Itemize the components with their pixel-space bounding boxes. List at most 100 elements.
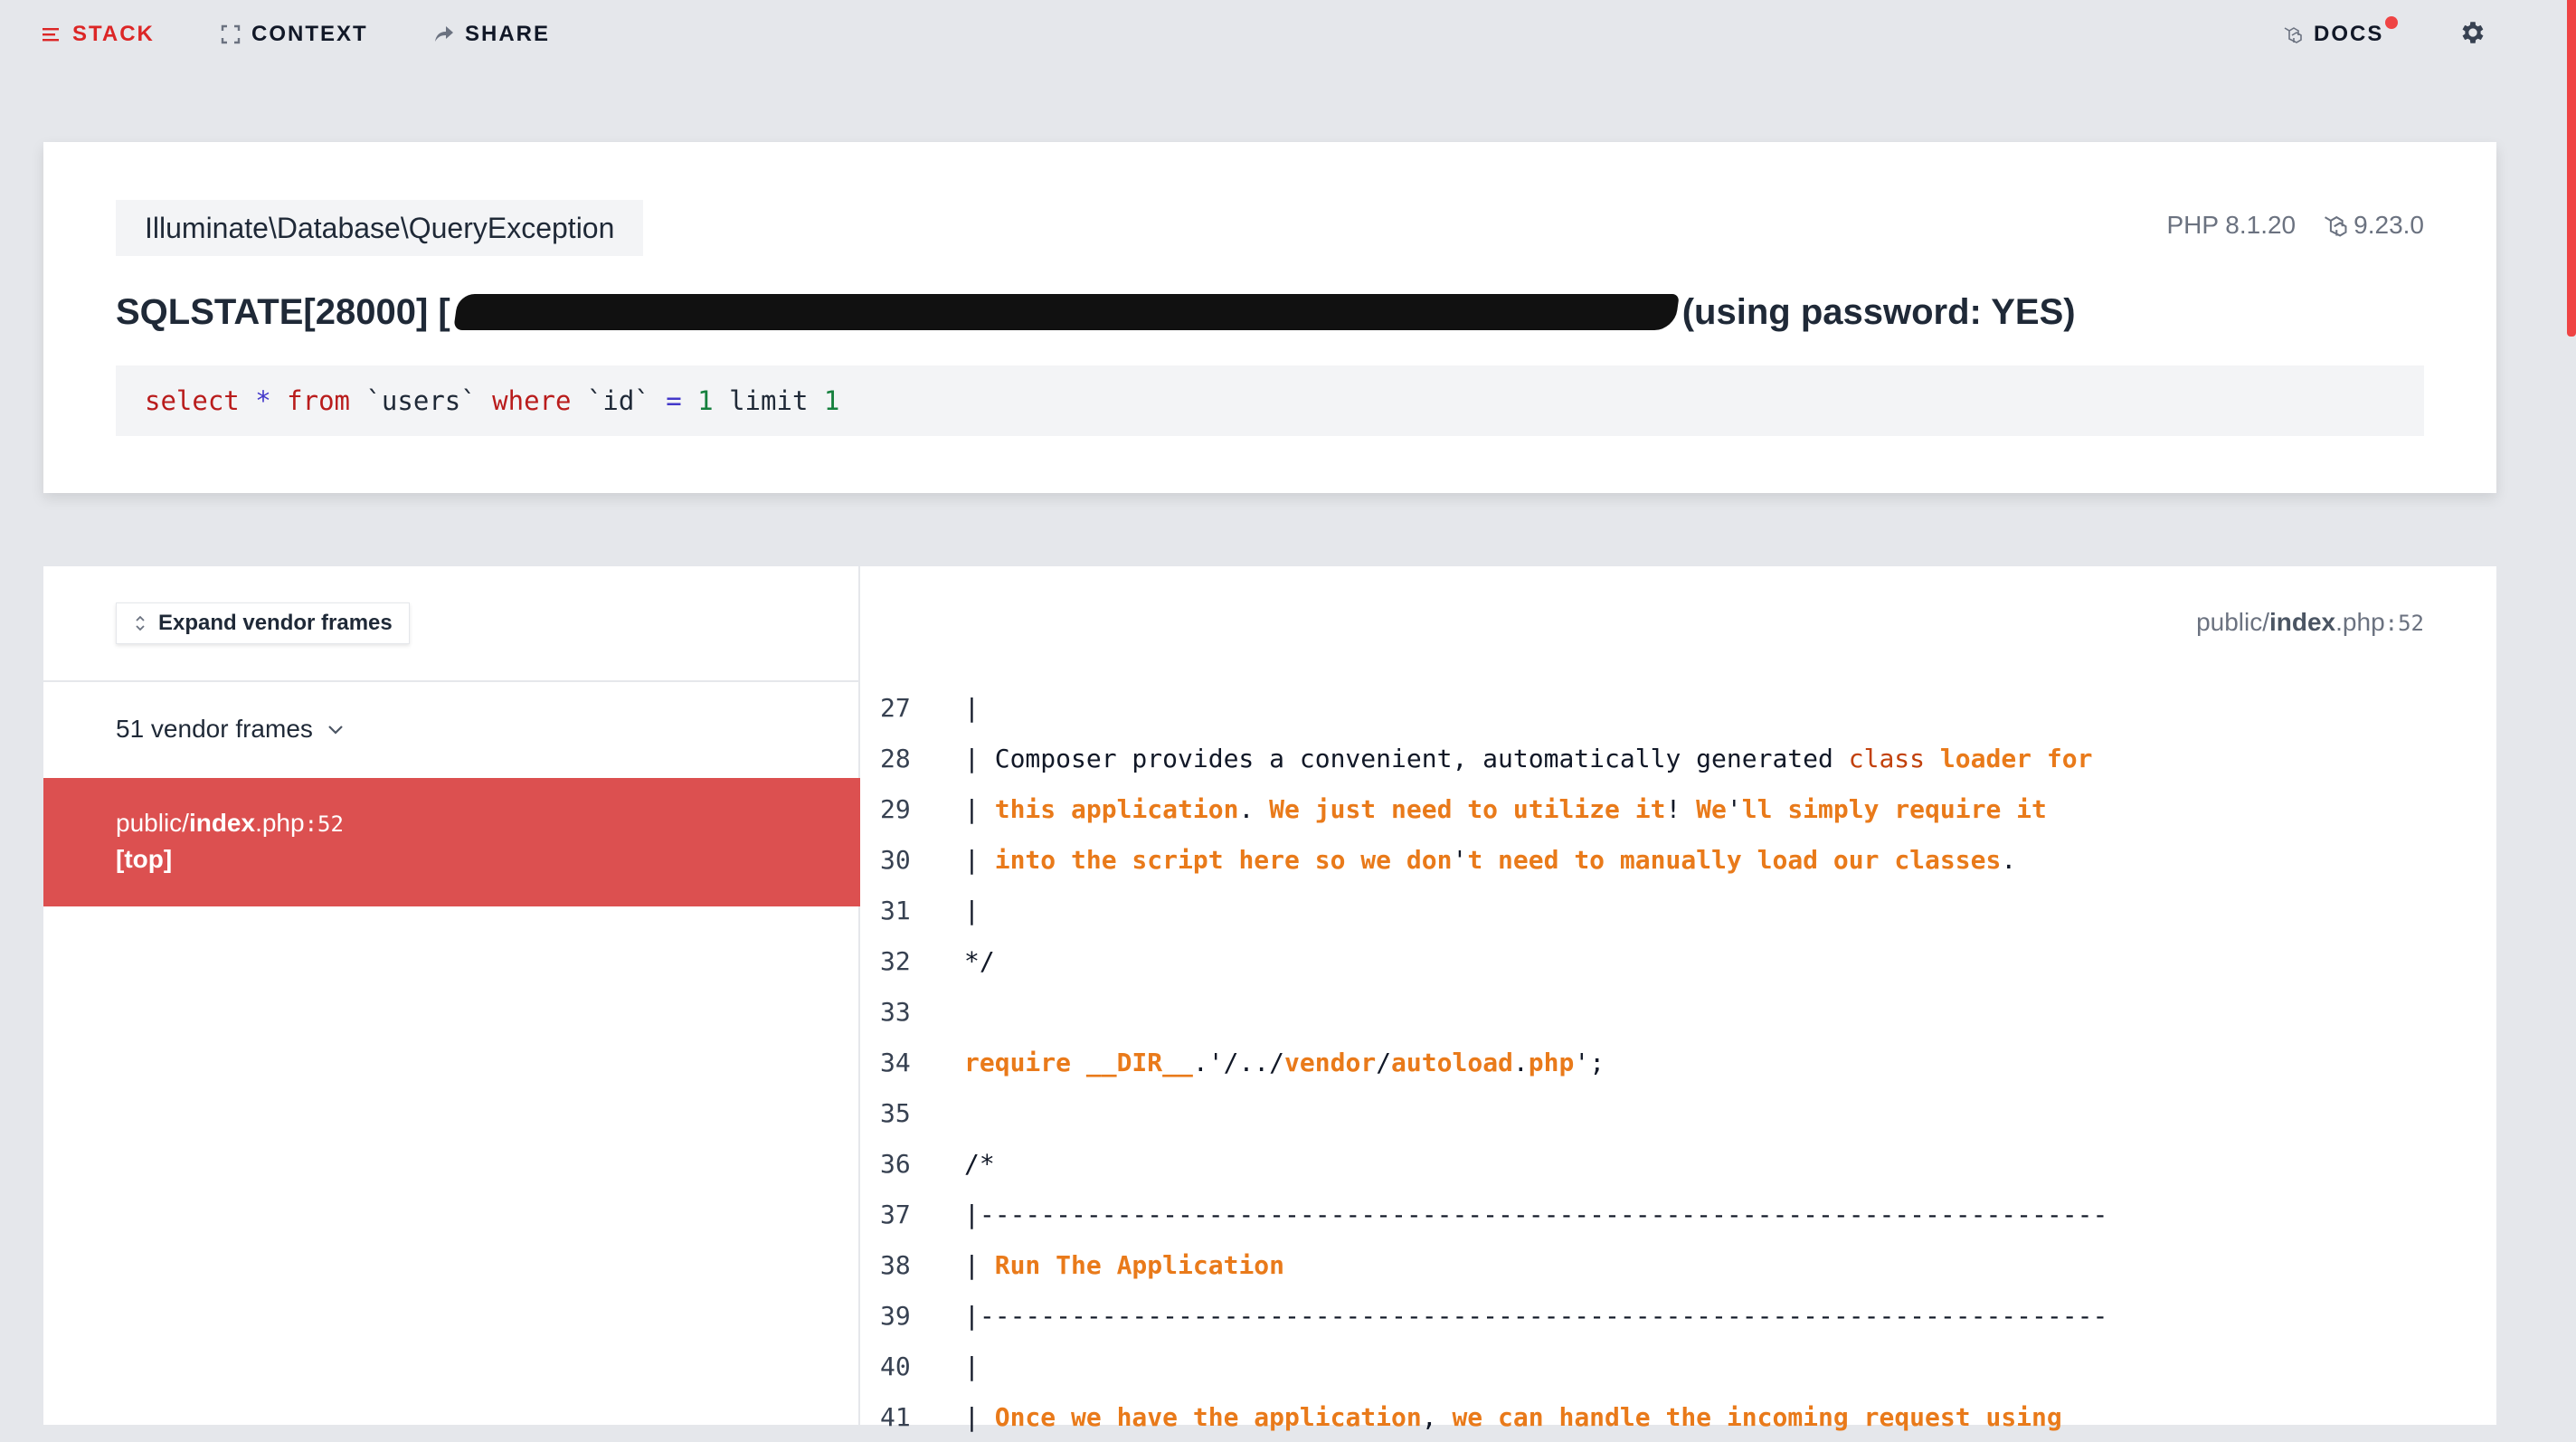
code-token: ! [1665, 793, 1697, 824]
sql-token: 1 [823, 385, 840, 416]
line-number: 39 [880, 1300, 911, 1331]
code-line[interactable]: 41 | Once we have the application, we can… [862, 1391, 2496, 1442]
expand-vendor-frames-label: Expand vendor frames [158, 611, 393, 635]
line-number: 33 [880, 996, 911, 1027]
laravel-icon [2284, 27, 2302, 43]
code-token: |---------------------------------------… [964, 1300, 2108, 1331]
code-line[interactable]: 30 | into the script here so we don't nee… [862, 834, 2496, 885]
line-number: 38 [880, 1249, 911, 1280]
code-token: Run The Application [994, 1249, 1285, 1280]
sql-token: select [145, 385, 240, 416]
code-text: require __DIR__.'/../vendor/autoload.php… [964, 1048, 1605, 1077]
code-token: | [964, 1249, 995, 1280]
code-token: ' [1726, 793, 1742, 824]
scrollbar-thumb[interactable] [2567, 0, 2576, 337]
exception-header: Illuminate\Database\QueryException PHP 8… [43, 142, 2496, 493]
code-line[interactable]: 37 |-------------------------------------… [862, 1189, 2496, 1239]
code-token: ll simply require it [1741, 793, 2047, 824]
sql-token: where [492, 385, 572, 416]
sql-token: `users` [350, 385, 493, 416]
code-text: | [964, 1352, 980, 1381]
code-token: . [1238, 793, 1270, 824]
code-text: /* [964, 1149, 995, 1179]
line-number: 40 [880, 1351, 911, 1381]
vendor-frames-toggle[interactable]: 51 vendor frames [116, 711, 346, 747]
code-token: /* [964, 1148, 995, 1179]
code-line[interactable]: 31 | [862, 885, 2496, 935]
laravel-version-text: 9.23.0 [2353, 211, 2424, 239]
nav-docs-wrap: DOCS [2314, 16, 2399, 47]
code-line[interactable]: 27 | [862, 682, 2496, 733]
code-token: this application [994, 793, 1239, 824]
code-text: | [964, 693, 980, 723]
code-token: Once we have the application [994, 1401, 1422, 1432]
code-line[interactable]: 36 /* [862, 1138, 2496, 1189]
exception-message: SQLSTATE[28000] [ (using password: YES) [116, 287, 2076, 337]
code-token: we can handle the incoming request using [1452, 1401, 2062, 1432]
code-line[interactable]: 39 |-------------------------------------… [862, 1290, 2496, 1341]
code-token: autoload [1391, 1047, 1513, 1077]
file-path-prefix: public/ [2196, 608, 2269, 636]
stack-panel: Expand vendor frames 51 vendor frames pu… [43, 566, 2496, 1432]
line-number: 28 [880, 743, 911, 773]
code-text: |---------------------------------------… [964, 1200, 2107, 1229]
code-line[interactable]: 29 | this application. We just need to ut… [862, 783, 2496, 834]
sql-token: from [287, 385, 351, 416]
line-number: 35 [880, 1097, 911, 1128]
code-token: | Composer provides a convenient, automa… [964, 743, 1849, 773]
code-text: |---------------------------------------… [964, 1301, 2107, 1331]
code-token: / [1376, 1047, 1392, 1077]
frame-tag: [top] [116, 845, 173, 873]
code-line[interactable]: 38 | Run The Application [862, 1239, 2496, 1290]
stack-icon [43, 28, 59, 42]
file-path-ext: .php [2335, 608, 2385, 636]
code-token: . [2001, 844, 2017, 875]
laravel-version: 9.23.0 [2323, 211, 2424, 240]
nav-context[interactable]: CONTEXT [221, 20, 368, 49]
sql-token: * [255, 385, 271, 416]
code-line[interactable]: 40 | [862, 1341, 2496, 1391]
nav-docs[interactable]: DOCS [2283, 16, 2399, 49]
nav-share[interactable]: SHARE [434, 20, 550, 49]
versions: PHP 8.1.20 9.23.0 [2166, 211, 2424, 240]
line-number: 27 [880, 692, 911, 723]
laravel-icon [2325, 215, 2347, 237]
code-token: php [1528, 1047, 1575, 1077]
code-line[interactable]: 35 [862, 1087, 2496, 1138]
code-token: .'/../ [1192, 1047, 1285, 1077]
redacted-scribble [452, 294, 1680, 330]
code-token: , [1421, 1401, 1453, 1432]
line-number: 30 [880, 844, 911, 875]
code-token: loader for [1939, 743, 2093, 773]
stack-frame-active[interactable]: public/index.php:52 [top] [43, 778, 860, 906]
file-line: :52 [2384, 611, 2424, 636]
code-text: | this application. We just need to util… [964, 794, 2047, 824]
chevron-down-icon [328, 726, 343, 735]
code-token: We just need to utilize it [1269, 793, 1666, 824]
chevron-up-down-icon [136, 615, 145, 631]
code-line[interactable]: 34 require __DIR__.'/../vendor/autoload.p… [862, 1037, 2496, 1087]
nav-share-label: SHARE [465, 22, 551, 46]
code-token: . [1512, 1047, 1529, 1077]
file-path-file: index [2269, 608, 2336, 636]
code-token: |---------------------------------------… [964, 1199, 2108, 1229]
code-line[interactable]: 33 [862, 986, 2496, 1037]
code-token: '; [1574, 1047, 1605, 1077]
expand-vendor-frames-button[interactable]: Expand vendor frames [116, 602, 410, 644]
code-line[interactable]: 28 | Composer provides a convenient, auto… [862, 733, 2496, 783]
sql-token: = [666, 385, 682, 416]
code-token: | [964, 844, 995, 875]
frame-path-ext: .php [255, 809, 305, 837]
gear-icon[interactable] [2458, 18, 2487, 47]
code-token: vendor [1284, 1047, 1377, 1077]
nav-stack[interactable]: STACK [42, 20, 155, 49]
line-number: 32 [880, 945, 911, 976]
line-number: 37 [880, 1199, 911, 1229]
file-path[interactable]: public/index.php:52 [2196, 608, 2424, 637]
code-line[interactable]: 32 */ [862, 935, 2496, 986]
line-number: 41 [880, 1401, 911, 1432]
exception-class: Illuminate\Database\QueryException [116, 200, 644, 256]
